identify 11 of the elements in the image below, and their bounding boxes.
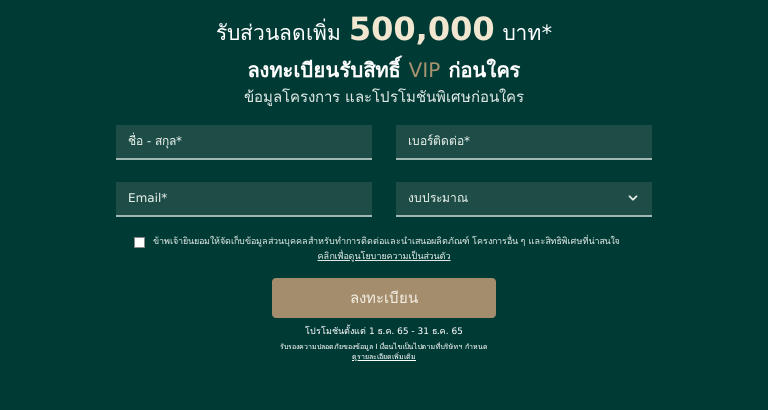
tagline: ข้อมูลโครงการ และโปรโมชันพิเศษก่อนใคร [244, 87, 524, 108]
privacy-policy-link[interactable]: คลิกเพื่อดูนโยบายความเป็นส่วนตัว [318, 250, 450, 264]
headline: รับส่วนลดเพิ่ม 500,000 บาท* [216, 12, 552, 50]
input-field[interactable]: Email* [116, 182, 372, 216]
input-field[interactable]: เบอร์ติดต่อ* [396, 124, 652, 160]
consent-checkbox[interactable] [134, 236, 145, 248]
consent-text: ข้าพเจ้ายินยอมให้จัดเก็บข้อมูลส่วนบุคคลสำหรับทำการติดต่อและนำเสนอผลิตภัณฑ์ โครงการอื่น ๆ และสิทธิพิเศษที่น่าสนใจ [153, 234, 620, 248]
input-field[interactable]: ชื่อ - สกุล* [116, 124, 372, 160]
subheadline: ลงทะเบียนรับสิทธิ์ VIP ก่อนใคร [248, 56, 520, 84]
budget-dropdown[interactable]: งบประมาณ [396, 182, 652, 216]
promotion-period: โปรโมชันตั้งแต่ 1 ธ.ค. 65 - 31 ธ.ค. 65 [305, 326, 463, 340]
